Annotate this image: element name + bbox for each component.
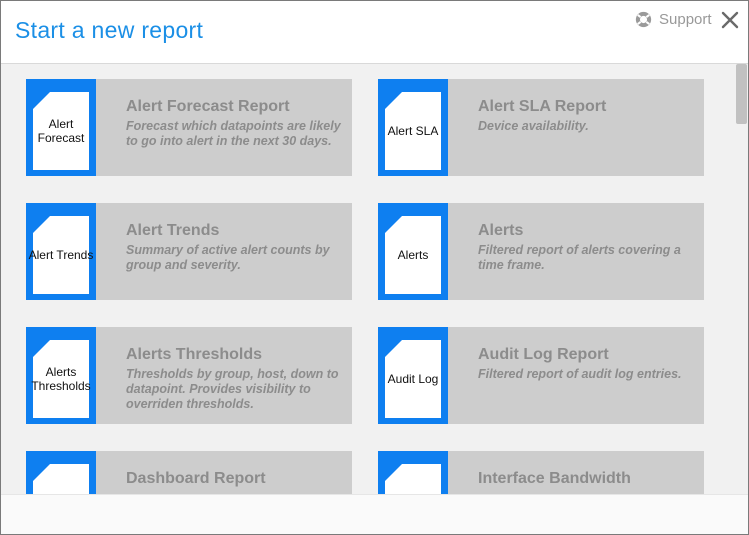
report-thumbnail [26,451,96,494]
dialog-header: Start a new report Support [1,1,748,64]
document-icon: Alert Forecast [33,92,89,170]
report-thumbnail: Alert SLA [378,79,448,176]
report-card[interactable]: Alert Forecast Alert Forecast Report Forec… [26,79,352,176]
report-card[interactable]: Dashboard Report [26,451,352,494]
report-thumbnail-label: Alert Trends [28,248,94,262]
report-thumbnail-label: Alert SLA [387,124,439,138]
support-link[interactable]: Support [635,10,712,28]
report-card[interactable]: Alerts Alerts Filtered report of alerts co… [378,203,704,300]
lifebuoy-icon [635,11,652,27]
report-thumbnail: Alerts Thresholds [26,327,96,424]
report-title: Alerts [478,222,524,239]
report-list[interactable]: Alert Forecast Alert Forecast Report Forec… [1,64,735,494]
document-icon: Audit Log [385,340,441,418]
report-description: Summary of active alert counts by group … [126,243,330,272]
report-thumbnail-label: Audit Log [387,372,439,386]
report-description: Filtered report of audit log entries. [478,367,682,381]
report-description: Thresholds by group, host, down to datap… [126,367,339,411]
document-icon: Alerts Thresholds [31,340,91,418]
report-card[interactable]: Audit Log Audit Log Report Filtered report… [378,327,704,424]
report-title: Dashboard Report [126,470,266,487]
report-title: Alerts Thresholds [126,346,263,363]
report-title: Audit Log Report [478,346,609,363]
report-thumbnail: Alert Trends [26,203,96,300]
report-card[interactable]: Alert SLA Alert SLA Report Device availabi… [378,79,704,176]
report-thumbnail-label: Alerts [397,248,429,262]
document-icon [385,464,441,494]
new-report-dialog: Start a new report Support Alert Forecas… [0,0,749,535]
dialog-footer [1,494,748,534]
report-title: Alert SLA Report [478,98,607,115]
report-thumbnail-label [379,464,447,494]
report-title: Interface Bandwidth [478,470,631,487]
document-icon: Alerts [385,216,441,294]
close-icon[interactable] [720,10,740,30]
scrollbar[interactable] [735,64,748,494]
report-thumbnail: Alert Forecast [26,79,96,176]
scrollbar-thumb[interactable] [736,64,747,124]
report-thumbnail: Audit Log [378,327,448,424]
document-icon: Alert SLA [385,92,441,170]
dialog-title: Start a new report [15,17,204,43]
document-icon [33,464,89,494]
report-title: Alert Trends [126,222,220,239]
report-card[interactable]: Alerts Thresholds Alerts Thresholds Thresh… [26,327,352,424]
support-label: Support [659,10,712,28]
report-title: Alert Forecast Report [126,98,290,115]
report-thumbnail-label: Alerts Thresholds [31,365,91,393]
report-grid: Alert Forecast Alert Forecast Report Forec… [26,79,704,494]
report-thumbnail [378,451,448,494]
document-icon: Alert Trends [29,216,93,294]
report-thumbnail-label: Alert Forecast [37,117,85,145]
report-card[interactable]: Alert Trends Alert Trends Summary of activ… [26,203,352,300]
report-thumbnail-label [27,464,95,494]
report-description: Filtered report of alerts covering a tim… [478,243,681,272]
report-description: Forecast which datapoints are likely to … [126,119,341,148]
report-description: Device availability. [478,119,589,133]
report-thumbnail: Alerts [378,203,448,300]
report-card[interactable]: Interface Bandwidth [378,451,704,494]
